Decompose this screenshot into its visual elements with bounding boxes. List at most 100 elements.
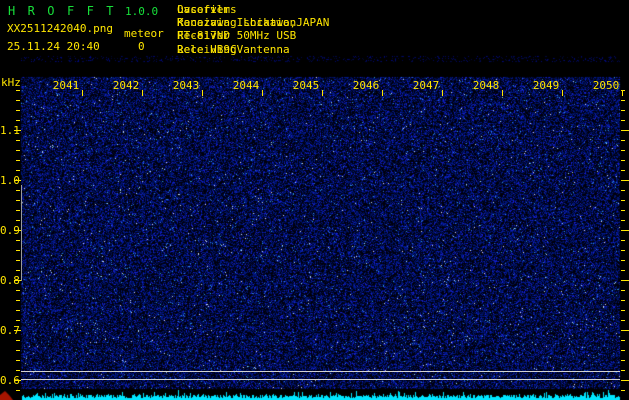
freq-minor-tick	[16, 150, 20, 151]
freq-minor-tick	[621, 350, 625, 351]
freq-minor-tick	[16, 220, 20, 221]
freq-major-tick	[621, 280, 629, 281]
output-filename: XX2511242040.png	[7, 22, 113, 35]
freq-axis-unit-label: kHz	[1, 76, 21, 89]
freq-minor-tick	[621, 190, 625, 191]
time-tick-mark	[382, 90, 383, 96]
freq-minor-tick	[16, 350, 20, 351]
freq-minor-tick	[16, 170, 20, 171]
freq-minor-tick	[16, 320, 20, 321]
station-info-row: Receiver: FT-817ND 50MHz USB	[177, 29, 329, 42]
freq-minor-tick	[621, 120, 625, 121]
freq-minor-tick	[621, 160, 625, 161]
freq-major-tick	[14, 330, 21, 331]
freq-major-tick	[621, 380, 629, 381]
freq-tick-label: 1.1	[0, 124, 20, 137]
station-info-separator: :	[178, 16, 186, 30]
freq-minor-tick	[621, 300, 625, 301]
station-info-separator: :	[178, 29, 186, 43]
freq-major-tick	[14, 180, 21, 181]
time-tick-label: 2048	[472, 79, 500, 92]
freq-minor-tick	[16, 360, 20, 361]
freq-major-tick	[621, 180, 629, 181]
time-tick-mark	[622, 90, 623, 96]
freq-minor-tick	[621, 340, 625, 341]
time-tick-label: 2045	[292, 79, 320, 92]
freq-minor-tick	[621, 270, 625, 271]
freq-major-tick	[14, 230, 21, 231]
time-tick-label: 2042	[112, 79, 140, 92]
freq-minor-tick	[16, 390, 20, 391]
freq-minor-tick	[621, 220, 625, 221]
freq-minor-tick	[16, 250, 20, 251]
freq-major-tick	[14, 380, 21, 381]
station-info-row: Receiving antenna:2ele HB9CV	[177, 43, 329, 56]
app-title: H R O F F T	[8, 4, 117, 18]
freq-minor-tick	[621, 240, 625, 241]
calibration-line-upper	[21, 371, 620, 372]
time-tick-label: 2047	[412, 79, 440, 92]
freq-tick-label: 1.0	[0, 174, 20, 187]
observation-mode-label: meteor	[124, 27, 164, 40]
time-tick-label: 2049	[532, 79, 560, 92]
freq-minor-tick	[16, 90, 20, 91]
freq-minor-tick	[621, 170, 625, 171]
freq-major-tick	[621, 130, 629, 131]
station-info-row: Receiving Location: Kanazawa Ishikawa,JAP…	[177, 16, 329, 29]
freq-major-tick	[14, 130, 21, 131]
freq-minor-tick	[621, 140, 625, 141]
time-tick-label: 2043	[172, 79, 200, 92]
freq-tick-label: 0.7	[0, 324, 20, 337]
freq-minor-tick	[621, 110, 625, 111]
freq-minor-tick	[621, 210, 625, 211]
time-tick-mark	[442, 90, 443, 96]
time-tick-label: 2050	[592, 79, 620, 92]
time-tick-mark	[562, 90, 563, 96]
time-tick-mark	[502, 90, 503, 96]
freq-minor-tick	[16, 260, 20, 261]
spectrogram-canvas	[0, 0, 629, 400]
freq-minor-tick	[16, 110, 20, 111]
freq-minor-tick	[621, 310, 625, 311]
freq-minor-tick	[16, 300, 20, 301]
freq-minor-tick	[16, 270, 20, 271]
station-info-label: Receiving Location	[177, 16, 297, 30]
freq-minor-tick	[621, 370, 625, 371]
time-tick-mark	[322, 90, 323, 96]
freq-minor-tick	[16, 310, 20, 311]
freq-minor-tick	[621, 360, 625, 361]
freq-minor-tick	[621, 260, 625, 261]
freq-minor-tick	[621, 390, 625, 391]
station-info-label: Receiver	[177, 29, 230, 43]
freq-major-tick	[621, 230, 629, 231]
freq-minor-tick	[621, 320, 625, 321]
freq-minor-tick	[16, 100, 20, 101]
freq-marker-line	[21, 185, 22, 281]
station-info-separator: :	[178, 3, 186, 16]
app-version: 1.0.0	[125, 5, 159, 18]
station-info-label: Receiving antenna	[177, 42, 290, 56]
hrofft-window: H R O F F T 1.0.0 XX2511242040.png meteo…	[0, 0, 629, 400]
freq-minor-tick	[621, 100, 625, 101]
freq-minor-tick	[16, 200, 20, 201]
station-info-block: Ovserver: Lacofilms Receiving Location: Kan…	[177, 3, 329, 56]
freq-tick-label: 0.8	[0, 274, 20, 287]
datetime-label: 25.11.24 20:40	[7, 40, 100, 53]
time-tick-mark	[202, 90, 203, 96]
calibration-line-lower	[21, 379, 620, 380]
freq-minor-tick	[16, 340, 20, 341]
time-tick-label: 2044	[232, 79, 260, 92]
freq-minor-tick	[16, 120, 20, 121]
freq-minor-tick	[16, 370, 20, 371]
station-info-row: Ovserver: Lacofilms	[177, 3, 329, 16]
freq-minor-tick	[621, 290, 625, 291]
time-tick-label: 2046	[352, 79, 380, 92]
station-info-separator: :	[178, 42, 186, 56]
freq-minor-tick	[16, 140, 20, 141]
station-info-label: Ovserver	[177, 3, 230, 16]
freq-major-tick	[621, 330, 629, 331]
time-tick-mark	[262, 90, 263, 96]
freq-major-tick	[14, 280, 21, 281]
freq-minor-tick	[16, 290, 20, 291]
freq-minor-tick	[16, 160, 20, 161]
